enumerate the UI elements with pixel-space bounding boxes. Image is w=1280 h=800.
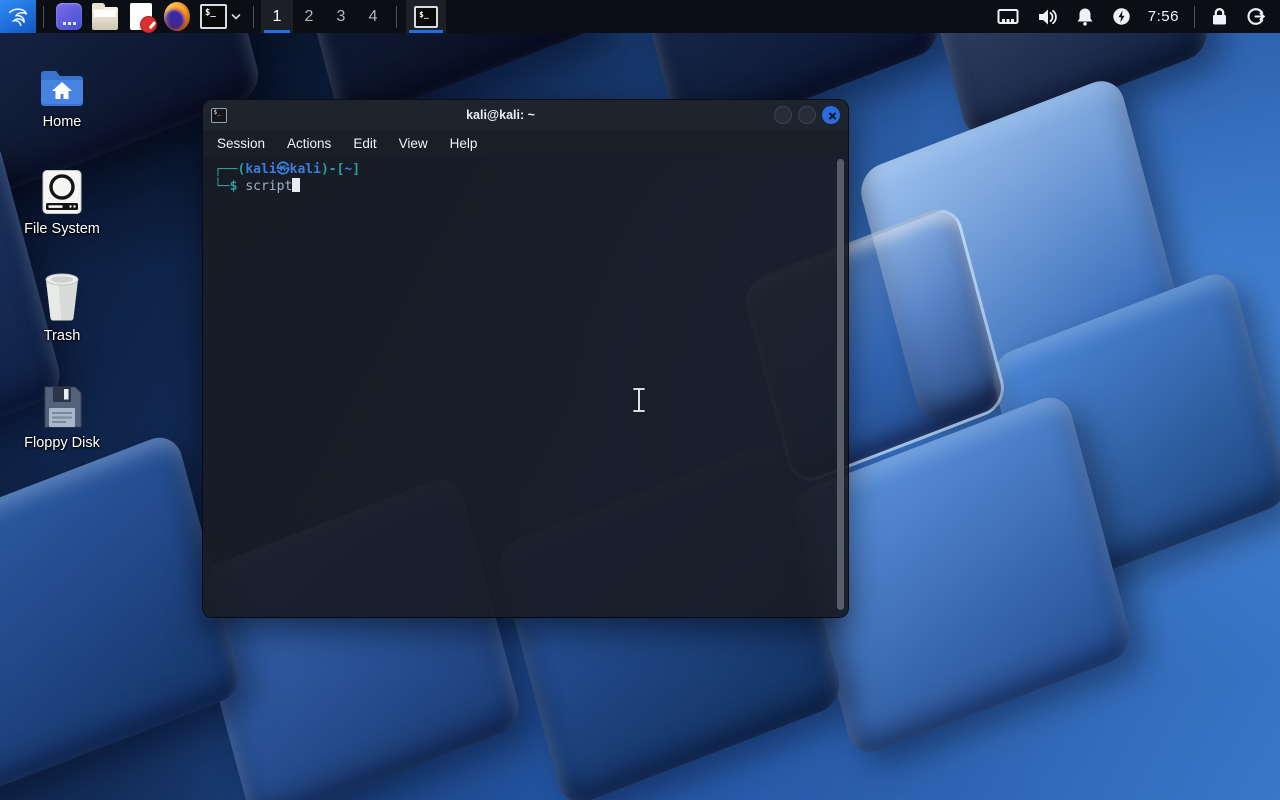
desktop-icon-label: Floppy Disk (24, 435, 100, 451)
chevron-down-icon (231, 13, 241, 20)
terminal-text-cursor (292, 178, 301, 192)
menu-actions[interactable]: Actions (287, 136, 331, 151)
logout-button[interactable] (1237, 0, 1274, 33)
ibeam-mouse-cursor (632, 387, 646, 413)
launcher-dashboard[interactable] (51, 0, 87, 33)
menu-edit[interactable]: Edit (353, 136, 376, 151)
tray-network-button[interactable] (988, 0, 1028, 33)
panel-left-section: $_ 1 2 3 4 $_ (0, 0, 446, 33)
firefox-icon (164, 2, 190, 31)
tray-notifications-button[interactable] (1067, 0, 1103, 33)
terminal-line: └─$ script (214, 178, 828, 195)
desktop-icon-column: Home File System Trash Floppy Disk (16, 52, 108, 480)
tray-volume-button[interactable] (1028, 0, 1067, 33)
file-manager-icon (92, 2, 118, 30)
panel-separator (43, 5, 44, 28)
terminal-scrollbar[interactable] (837, 159, 844, 610)
close-button[interactable] (822, 106, 840, 124)
volume-icon (1038, 9, 1057, 24)
power-manager-icon (1113, 8, 1130, 25)
maximize-button[interactable] (798, 106, 816, 124)
minimize-button[interactable] (774, 106, 792, 124)
floppy-disk-icon (44, 386, 82, 428)
panel-separator (1194, 5, 1195, 28)
trash-icon (45, 273, 79, 321)
terminal-line: ┌──(kali㉿kali)-[~] (214, 162, 361, 177)
launcher-text-editor[interactable] (123, 0, 159, 33)
bell-icon (1077, 8, 1093, 26)
terminal-prompt-lines: ┌──(kali㉿kali)-[~] └─$ script (214, 161, 828, 195)
panel-separator (253, 5, 254, 28)
workspace-2[interactable]: 2 (293, 0, 325, 33)
logout-icon (1247, 8, 1265, 25)
window-title: kali@kali: ~ (466, 108, 535, 122)
home-folder-icon (41, 71, 83, 106)
desktop-icon-label: Trash (43, 328, 81, 344)
launcher-terminal-dropdown[interactable]: $_ (195, 0, 246, 33)
workspace-1[interactable]: 1 (261, 0, 293, 33)
desktop-icon-trash[interactable]: Trash (16, 266, 108, 373)
desktop-icon-label: Home (42, 114, 82, 130)
desktop-icon-file-system[interactable]: File System (16, 159, 108, 266)
window-titlebar[interactable]: $_ kali@kali: ~ (203, 100, 848, 130)
hard-drive-icon (42, 170, 82, 214)
terminal-window: $_ kali@kali: ~ Session Actions Edit Vie… (203, 100, 848, 617)
window-controls (774, 106, 840, 124)
terminal-output-area[interactable]: ┌──(kali㉿kali)-[~] └─$ script (203, 156, 848, 617)
launcher-firefox[interactable] (159, 0, 195, 33)
panel-separator (396, 5, 397, 28)
desktop-icon-label: File System (24, 221, 100, 237)
taskbar-terminal-window-button[interactable]: $_ (406, 0, 446, 33)
desktop-icon-floppy-disk[interactable]: Floppy Disk (16, 373, 108, 480)
terminal-icon: $_ (200, 4, 227, 29)
lock-icon (1213, 8, 1226, 25)
menu-session[interactable]: Session (217, 136, 265, 151)
dashboard-icon (56, 3, 82, 30)
desktop-icon-home[interactable]: Home (16, 52, 108, 159)
tray-power-manager-button[interactable] (1103, 0, 1140, 33)
top-panel: $_ 1 2 3 4 $_ 7:56 (0, 0, 1280, 33)
window-terminal-icon: $_ (211, 107, 227, 123)
menu-view[interactable]: View (399, 136, 428, 151)
panel-clock[interactable]: 7:56 (1140, 8, 1187, 25)
kali-dragon-icon (8, 7, 28, 26)
launcher-file-manager[interactable] (87, 0, 123, 33)
network-icon (997, 8, 1019, 24)
lock-screen-button[interactable] (1202, 0, 1237, 33)
terminal-icon: $_ (414, 5, 438, 28)
panel-right-section: 7:56 (988, 0, 1280, 33)
workspace-4[interactable]: 4 (357, 0, 389, 33)
terminal-menubar: Session Actions Edit View Help (203, 130, 848, 156)
menu-help[interactable]: Help (450, 136, 478, 151)
text-editor-icon (130, 3, 157, 33)
kali-menu-button[interactable] (0, 0, 36, 33)
workspace-3[interactable]: 3 (325, 0, 357, 33)
desktop-screen: $_ 1 2 3 4 $_ 7:56 Home File System Tras… (0, 0, 1280, 800)
